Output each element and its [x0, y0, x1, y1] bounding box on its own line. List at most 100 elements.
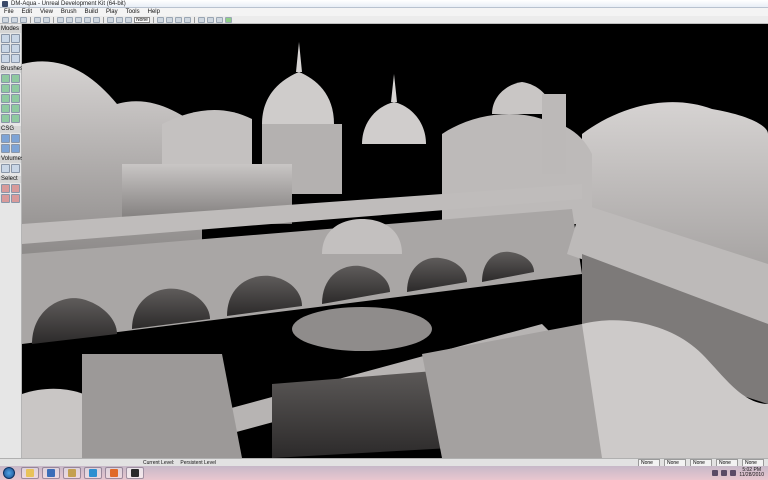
taskbar-media[interactable] [42, 467, 60, 479]
terrain-mode-icon[interactable] [1, 44, 10, 53]
toolbar-separator [103, 16, 104, 23]
volumes-label: Volumes [0, 156, 25, 163]
select-invert-icon[interactable] [1, 194, 10, 203]
kismet-icon[interactable] [75, 16, 82, 23]
undo-icon[interactable] [34, 16, 41, 23]
stairs-left [82, 354, 242, 458]
cube-brush-icon[interactable] [1, 74, 10, 83]
media-player-icon [47, 469, 55, 477]
windows-taskbar: 5:02 PM 11/28/2010 [0, 466, 768, 480]
menu-file[interactable]: File [0, 9, 18, 15]
hide-selected-icon[interactable] [11, 184, 20, 193]
level-render [22, 24, 768, 458]
menu-brush[interactable]: Brush [57, 9, 81, 15]
tetrahedron-brush-icon[interactable] [11, 114, 20, 123]
sphere-brush-icon[interactable] [11, 104, 20, 113]
search-icon[interactable] [57, 16, 64, 23]
start-button[interactable] [3, 467, 15, 479]
menu-help[interactable]: Help [144, 9, 164, 15]
current-level-value[interactable]: Persistent Level [177, 460, 219, 466]
play-on-pc-icon[interactable] [207, 16, 214, 23]
csg-deintersect-icon[interactable] [11, 144, 20, 153]
volume-icon[interactable] [721, 470, 728, 476]
modes-label: Modes [0, 26, 21, 33]
landscape-icon[interactable] [11, 54, 20, 63]
mesh-paint-icon[interactable] [1, 54, 10, 63]
open-icon[interactable] [11, 16, 18, 23]
new-icon[interactable] [2, 16, 9, 23]
select-label: Select [0, 176, 21, 183]
redo-icon[interactable] [43, 16, 50, 23]
system-tray: 5:02 PM 11/28/2010 [712, 468, 768, 478]
spiral-stair-icon[interactable] [1, 104, 10, 113]
clock[interactable]: 5:02 PM 11/28/2010 [739, 468, 764, 478]
play-on-console-icon[interactable] [216, 16, 223, 23]
rotation-grid-icon[interactable] [125, 16, 132, 23]
udk-editor-window: DM-Aqua - Unreal Development Kit (64-bit… [0, 0, 768, 480]
save-icon[interactable] [20, 16, 27, 23]
tower-right [542, 94, 566, 174]
firefox-icon [110, 469, 118, 477]
csg-intersect-icon[interactable] [1, 144, 10, 153]
flag-icon[interactable] [730, 470, 737, 476]
toolbar-separator [153, 16, 154, 23]
modes-panel: Modes Brushes CSG Volumes Select [0, 24, 25, 458]
cylinder-brush-icon[interactable] [11, 84, 20, 93]
taskbar-explorer[interactable] [21, 467, 39, 479]
menu-bar: File Edit View Brush Build Play Tools He… [0, 8, 768, 16]
menu-edit[interactable]: Edit [18, 9, 36, 15]
csg-add-icon[interactable] [1, 134, 10, 143]
clock-date: 11/28/2010 [739, 472, 764, 478]
circular-platform [292, 307, 432, 351]
add-special-icon[interactable] [11, 164, 20, 173]
menu-tools[interactable]: Tools [122, 9, 144, 15]
unreal-app-icon [2, 0, 8, 7]
properties-icon[interactable] [93, 16, 100, 23]
play-in-editor-icon[interactable] [198, 16, 205, 23]
grid-size-combo[interactable]: None [134, 16, 150, 23]
taskbar-firefox[interactable] [105, 467, 123, 479]
network-icon[interactable] [712, 470, 719, 476]
toolbar-separator [53, 16, 54, 23]
camera-icon[interactable] [107, 16, 114, 23]
toolbar-separator [30, 16, 31, 23]
browser-icon [89, 469, 97, 477]
tools-icon [68, 469, 76, 477]
camera-mode-icon[interactable] [1, 34, 10, 43]
play-icon[interactable] [225, 16, 232, 23]
taskbar-browser[interactable] [84, 467, 102, 479]
taskbar-udk[interactable] [126, 467, 144, 479]
show-selected-icon[interactable] [1, 184, 10, 193]
brushes-label: Brushes [0, 66, 24, 73]
curved-stair-icon[interactable] [1, 84, 10, 93]
unreal-icon [131, 469, 139, 477]
toolbar-separator [194, 16, 195, 23]
menu-view[interactable]: View [36, 9, 57, 15]
linear-stair-icon[interactable] [1, 94, 10, 103]
csg-subtract-icon[interactable] [11, 134, 20, 143]
menu-play[interactable]: Play [102, 9, 122, 15]
geometry-mode-icon[interactable] [11, 34, 20, 43]
drag-grid-icon[interactable] [116, 16, 123, 23]
build-all-icon[interactable] [184, 16, 191, 23]
csg-label: CSG [0, 126, 21, 133]
build-geometry-icon[interactable] [157, 16, 164, 23]
menu-build[interactable]: Build [81, 9, 102, 15]
folder-icon [26, 469, 34, 477]
build-paths-icon[interactable] [175, 16, 182, 23]
main-toolbar: None [0, 16, 768, 24]
status-bar: Current Level: Persistent Level None Non… [0, 458, 768, 467]
current-level-label: Current Level: [143, 459, 175, 466]
title-bar: DM-Aqua - Unreal Development Kit (64-bit… [0, 0, 768, 8]
show-all-icon[interactable] [11, 194, 20, 203]
sheet-brush-icon[interactable] [11, 94, 20, 103]
add-volume-icon[interactable] [1, 164, 10, 173]
volumetric-brush-icon[interactable] [1, 114, 10, 123]
content-browser-icon[interactable] [66, 16, 73, 23]
cone-brush-icon[interactable] [11, 74, 20, 83]
texture-mode-icon[interactable] [11, 44, 20, 53]
taskbar-tools[interactable] [63, 467, 81, 479]
build-lighting-icon[interactable] [166, 16, 173, 23]
matinee-icon[interactable] [84, 16, 91, 23]
perspective-viewport[interactable] [22, 24, 768, 458]
